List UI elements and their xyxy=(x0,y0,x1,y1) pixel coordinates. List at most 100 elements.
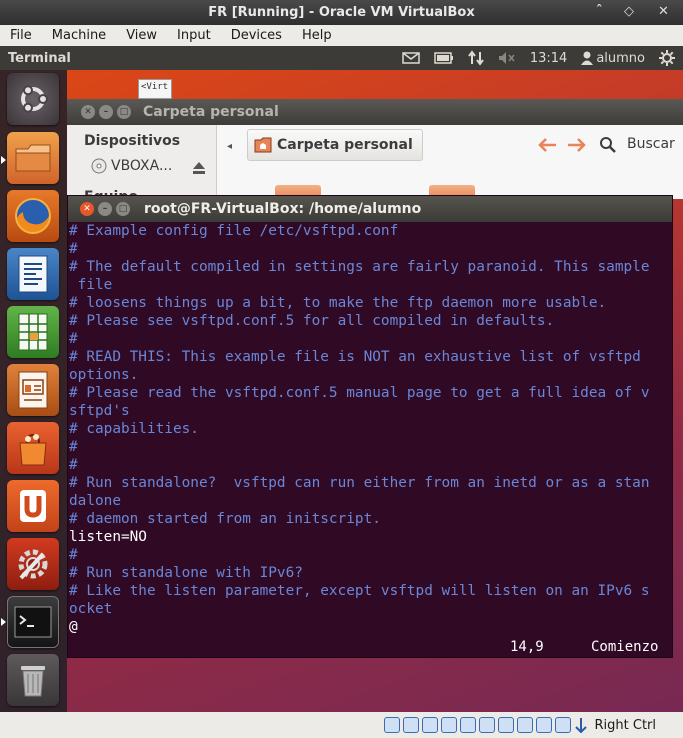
terminal-close-button[interactable]: ✕ xyxy=(80,202,94,216)
fm-close-button[interactable]: ✕ xyxy=(81,105,95,119)
launcher-calc[interactable] xyxy=(7,306,59,358)
ubuntu-top-panel: Terminal 13:14 alumno xyxy=(0,46,683,70)
back-arrow-icon[interactable] xyxy=(537,137,557,153)
usb-icon[interactable] xyxy=(421,717,438,733)
terminal-line: # loosens things up a bit, to make the f… xyxy=(69,295,607,311)
terminal-line: # Please see vsftpd.conf.5 for all compi… xyxy=(69,313,555,329)
running-indicator xyxy=(1,156,6,164)
location-button-home[interactable]: Carpeta personal xyxy=(247,129,423,161)
clock[interactable]: 13:14 xyxy=(530,51,567,66)
terminal-line: # xyxy=(69,331,78,347)
calc-spreadsheet-icon xyxy=(18,313,48,351)
file-manager-main: ◂ Carpeta personal Buscar xyxy=(217,125,683,199)
user-name: alumno xyxy=(596,50,645,66)
menu-machine[interactable]: Machine xyxy=(42,28,116,43)
network-adapter-icon[interactable] xyxy=(497,717,514,733)
launcher-system-settings[interactable] xyxy=(7,538,59,590)
user-menu[interactable]: alumno xyxy=(581,51,645,66)
terminal-line: # Like the listen parameter, except vsft… xyxy=(69,583,650,599)
vbox-status-bar: Right Ctrl xyxy=(0,712,683,738)
pencil-icon[interactable] xyxy=(440,717,457,733)
close-button[interactable]: ✕ xyxy=(658,4,669,19)
terminal-line: # Example config file /etc/vsftpd.conf xyxy=(69,223,399,239)
launcher-trash[interactable] xyxy=(7,654,59,706)
folder-icon xyxy=(15,144,51,172)
active-app-name: Terminal xyxy=(8,50,71,66)
terminal-line: # Run standalone? vsftpd can run either … xyxy=(69,475,650,491)
desktop-file-icon[interactable]: <Virt xyxy=(138,79,172,99)
eject-icon[interactable] xyxy=(192,161,206,175)
user-icon xyxy=(581,51,594,65)
gear-icon[interactable] xyxy=(659,50,675,66)
launcher-impress[interactable] xyxy=(7,364,59,416)
system-tray: 13:14 alumno xyxy=(402,46,675,70)
minimize-button[interactable]: ˆ xyxy=(596,4,603,19)
battery-icon[interactable] xyxy=(434,52,454,64)
terminal-maximize-button[interactable]: □ xyxy=(116,202,130,216)
home-folder-icon xyxy=(254,137,272,153)
launcher-files[interactable] xyxy=(7,132,59,184)
location-label: Carpeta personal xyxy=(277,137,413,153)
terminal-content[interactable]: # Example config file /etc/vsftpd.conf # #… xyxy=(68,222,672,658)
search-icon[interactable] xyxy=(599,136,617,154)
mail-icon[interactable] xyxy=(402,52,420,64)
terminal-line: dalone xyxy=(69,493,121,509)
terminal-line: options. xyxy=(69,367,139,383)
unity-launcher xyxy=(0,70,67,712)
vbox-title-bar: FR [Running] - Oracle VM VirtualBox ˆ ◇ … xyxy=(0,0,683,25)
menu-view[interactable]: View xyxy=(116,28,167,43)
terminal-line: # xyxy=(69,547,78,563)
writer-document-icon xyxy=(18,255,48,293)
launcher-firefox[interactable] xyxy=(7,190,59,242)
fm-minimize-button[interactable]: – xyxy=(99,105,113,119)
network-icon[interactable] xyxy=(468,50,484,66)
firefox-icon xyxy=(15,198,51,234)
launcher-terminal[interactable] xyxy=(7,596,59,648)
volume-muted-icon[interactable] xyxy=(498,51,516,65)
editor-status-line: 14,9 Comienzo xyxy=(68,637,672,657)
running-indicator xyxy=(1,618,6,626)
trash-icon xyxy=(21,666,45,697)
terminal-line: # READ THIS: This example file is NOT an… xyxy=(69,349,641,365)
host-key-arrow-icon xyxy=(574,718,587,733)
cpu-icon[interactable] xyxy=(535,717,552,733)
terminal-line: ocket xyxy=(69,601,113,617)
restore-button[interactable]: ◇ xyxy=(624,4,634,19)
optical-drive-icon[interactable] xyxy=(402,717,419,733)
terminal-minimize-button[interactable]: – xyxy=(98,202,112,216)
display-icon[interactable] xyxy=(478,717,495,733)
guest-screen: <Virt Terminal 13:14 alumno ✕ – □ Carpet… xyxy=(0,46,683,712)
menu-file[interactable]: File xyxy=(0,28,42,43)
mouse-integration-icon[interactable] xyxy=(554,717,571,733)
shared-folder-icon[interactable] xyxy=(459,717,476,733)
sidebar-item-vbox-cd[interactable]: VBOXA... xyxy=(91,158,172,174)
terminal-line: file xyxy=(69,277,113,293)
terminal-line: # xyxy=(69,439,78,455)
cursor-position: 14,9 xyxy=(510,639,544,655)
search-button-label[interactable]: Buscar xyxy=(627,136,675,152)
terminal-title-text: root@FR-VirtualBox: /home/alumno xyxy=(144,201,422,217)
file-manager-title-bar: ✕ – □ Carpeta personal xyxy=(67,99,683,125)
terminal-line: # The default compiled in settings are f… xyxy=(69,259,650,275)
scroll-position: Comienzo xyxy=(591,639,659,655)
terminal-icon xyxy=(14,606,52,638)
ubuntu-one-icon xyxy=(20,490,46,522)
video-capture-icon[interactable] xyxy=(516,717,533,733)
fm-maximize-button[interactable]: □ xyxy=(117,105,131,119)
back-history-arrow-icon[interactable]: ◂ xyxy=(227,141,232,152)
hard-disk-icon[interactable] xyxy=(383,717,400,733)
dash-home-button[interactable] xyxy=(7,73,59,125)
forward-arrow-icon[interactable] xyxy=(567,137,587,153)
ubuntu-logo-icon xyxy=(21,85,48,113)
host-key-label: Right Ctrl xyxy=(594,717,657,733)
terminal-line: # capabilities. xyxy=(69,421,199,437)
terminal-window: ✕ – □ root@FR-VirtualBox: /home/alumno #… xyxy=(67,195,673,658)
launcher-writer[interactable] xyxy=(7,248,59,300)
menu-devices[interactable]: Devices xyxy=(221,28,292,43)
launcher-software-center[interactable] xyxy=(7,422,59,474)
fm-title-text: Carpeta personal xyxy=(143,104,279,120)
menu-input[interactable]: Input xyxy=(167,28,221,43)
menu-help[interactable]: Help xyxy=(292,28,342,43)
launcher-ubuntu-one[interactable] xyxy=(7,480,59,532)
cd-icon xyxy=(91,158,107,174)
